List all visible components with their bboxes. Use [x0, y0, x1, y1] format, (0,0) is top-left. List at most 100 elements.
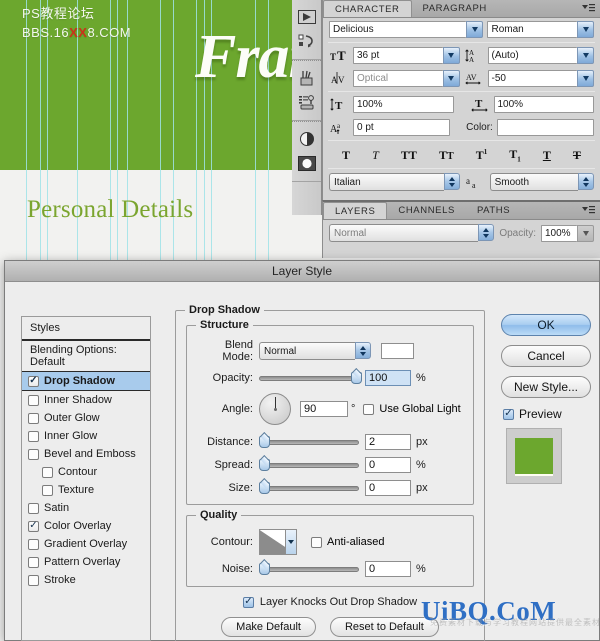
layer-blend-mode-value[interactable]: Normal	[329, 224, 479, 242]
tracking-combo[interactable]: -50	[487, 70, 594, 87]
spread-slider-thumb[interactable]	[259, 459, 270, 471]
small-caps-button[interactable]: TT	[439, 148, 454, 163]
angle-dial[interactable]	[259, 393, 291, 425]
strikethrough-button[interactable]: T	[573, 148, 581, 163]
checkbox-pattern-overlay[interactable]	[28, 556, 39, 568]
panel-menu-icon[interactable]	[582, 3, 596, 16]
spread-slider[interactable]	[259, 457, 359, 473]
tab-character[interactable]: CHARACTER	[323, 0, 412, 17]
checkbox-stroke[interactable]	[28, 574, 39, 586]
size-input[interactable]: 0	[365, 480, 411, 496]
style-item-drop-shadow[interactable]: Drop Shadow	[22, 371, 150, 391]
chevron-down-icon[interactable]	[285, 530, 296, 554]
checkbox-outer-glow[interactable]	[28, 412, 39, 424]
kerning-combo[interactable]: Optical	[353, 70, 460, 87]
chevron-down-icon[interactable]	[466, 21, 484, 38]
spread-input[interactable]: 0	[365, 457, 411, 473]
checkbox-inner-glow[interactable]	[28, 430, 39, 442]
checkbox-color-overlay[interactable]	[28, 520, 39, 532]
distance-slider-thumb[interactable]	[259, 436, 270, 448]
checkbox-anti-aliased[interactable]	[311, 536, 322, 548]
size-slider-thumb[interactable]	[259, 482, 270, 494]
chevron-down-icon[interactable]	[577, 70, 594, 87]
vertical-scale-value[interactable]: 100%	[353, 96, 454, 113]
language-combo[interactable]: Italian	[329, 173, 460, 192]
style-item-inner-shadow[interactable]: Inner Shadow	[22, 391, 150, 409]
baseline-shift-value[interactable]: 0 pt	[353, 119, 451, 136]
blend-mode-combo[interactable]: Normal	[259, 342, 371, 360]
tracking-value[interactable]: -50	[487, 70, 577, 87]
antialias-value[interactable]: Smooth	[489, 173, 578, 192]
layer-opacity-value[interactable]: 100%	[541, 224, 577, 242]
opacity-slider-thumb[interactable]	[351, 372, 362, 384]
chevron-down-icon[interactable]	[577, 47, 594, 64]
faux-bold-button[interactable]: T	[342, 148, 350, 163]
chevron-down-icon[interactable]	[577, 21, 594, 38]
style-item-color-overlay[interactable]: Color Overlay	[22, 517, 150, 535]
underline-button[interactable]: T	[543, 148, 551, 163]
font-size-value[interactable]: 36 pt	[353, 47, 443, 64]
antialias-stepper[interactable]	[578, 173, 594, 191]
font-family-value[interactable]: Delicious	[329, 21, 467, 38]
brushes-icon[interactable]	[296, 67, 318, 89]
tab-paths[interactable]: PATHS	[466, 202, 521, 219]
style-item-stroke[interactable]: Stroke	[22, 571, 150, 589]
style-item-bevel-and-emboss[interactable]: Bevel and Emboss	[22, 445, 150, 463]
opacity-slider[interactable]	[259, 370, 362, 386]
tool-presets-icon[interactable]	[296, 91, 318, 113]
mask-circle-icon[interactable]	[296, 152, 318, 174]
layer-blend-mode-combo[interactable]: Normal	[329, 224, 495, 242]
text-color-swatch[interactable]	[496, 119, 594, 136]
shadow-color-swatch[interactable]	[381, 343, 414, 359]
chevron-down-icon[interactable]	[442, 47, 460, 64]
subscript-button[interactable]: T1	[509, 147, 521, 163]
ok-button[interactable]: OK	[501, 314, 591, 336]
language-value[interactable]: Italian	[329, 173, 444, 192]
style-item-inner-glow[interactable]: Inner Glow	[22, 427, 150, 445]
leading-combo[interactable]: (Auto)	[487, 47, 594, 64]
style-item-contour[interactable]: Contour	[22, 463, 150, 481]
distance-slider[interactable]	[259, 434, 359, 450]
play-arrow-icon[interactable]	[296, 6, 318, 28]
checkbox-contour[interactable]	[42, 466, 53, 478]
font-style-value[interactable]: Roman	[487, 21, 577, 38]
horizontal-scale-value[interactable]: 100%	[493, 96, 594, 113]
checkbox-inner-shadow[interactable]	[28, 394, 39, 406]
checkbox-texture[interactable]	[42, 484, 53, 496]
checkbox-gradient-overlay[interactable]	[28, 538, 39, 550]
tab-channels[interactable]: CHANNELS	[387, 202, 466, 219]
animation-icon[interactable]	[296, 30, 318, 52]
style-item-gradient-overlay[interactable]: Gradient Overlay	[22, 535, 150, 553]
noise-input[interactable]: 0	[365, 561, 411, 577]
cancel-button[interactable]: Cancel	[501, 345, 591, 367]
new-style-button[interactable]: New Style...	[501, 376, 591, 398]
chevron-down-icon[interactable]	[577, 224, 594, 242]
adjustment-half-circle-icon[interactable]	[296, 128, 318, 150]
layer-blend-mode-stepper[interactable]	[478, 224, 495, 241]
faux-italic-button[interactable]: T	[372, 148, 379, 163]
layer-opacity-combo[interactable]: 100%	[541, 224, 594, 242]
blend-mode-value[interactable]: Normal	[259, 342, 355, 360]
checkbox-use-global-light[interactable]	[363, 403, 375, 415]
opacity-input[interactable]: 100	[365, 370, 411, 386]
font-size-combo[interactable]: 36 pt	[353, 47, 460, 64]
tab-layers[interactable]: LAYERS	[323, 202, 388, 219]
noise-slider-thumb[interactable]	[259, 563, 270, 575]
checkbox-drop-shadow[interactable]	[28, 375, 39, 387]
checkbox-bevel-and-emboss[interactable]	[28, 448, 39, 460]
kerning-value[interactable]: Optical	[353, 70, 443, 87]
superscript-button[interactable]: T1	[476, 148, 488, 163]
contour-preset-swatch[interactable]	[259, 529, 297, 555]
blend-mode-stepper[interactable]	[355, 342, 371, 359]
checkbox-layer-knocks-out[interactable]	[242, 596, 254, 608]
font-style-combo[interactable]: Roman	[487, 21, 594, 38]
panel-menu-icon[interactable]	[582, 205, 596, 218]
leading-value[interactable]: (Auto)	[487, 47, 577, 64]
language-stepper[interactable]	[443, 173, 460, 191]
chevron-down-icon[interactable]	[442, 70, 460, 87]
distance-input[interactable]: 2	[365, 434, 411, 450]
angle-input[interactable]: 90	[300, 401, 348, 417]
style-item-satin[interactable]: Satin	[22, 499, 150, 517]
style-item-texture[interactable]: Texture	[22, 481, 150, 499]
noise-slider[interactable]	[259, 561, 359, 577]
